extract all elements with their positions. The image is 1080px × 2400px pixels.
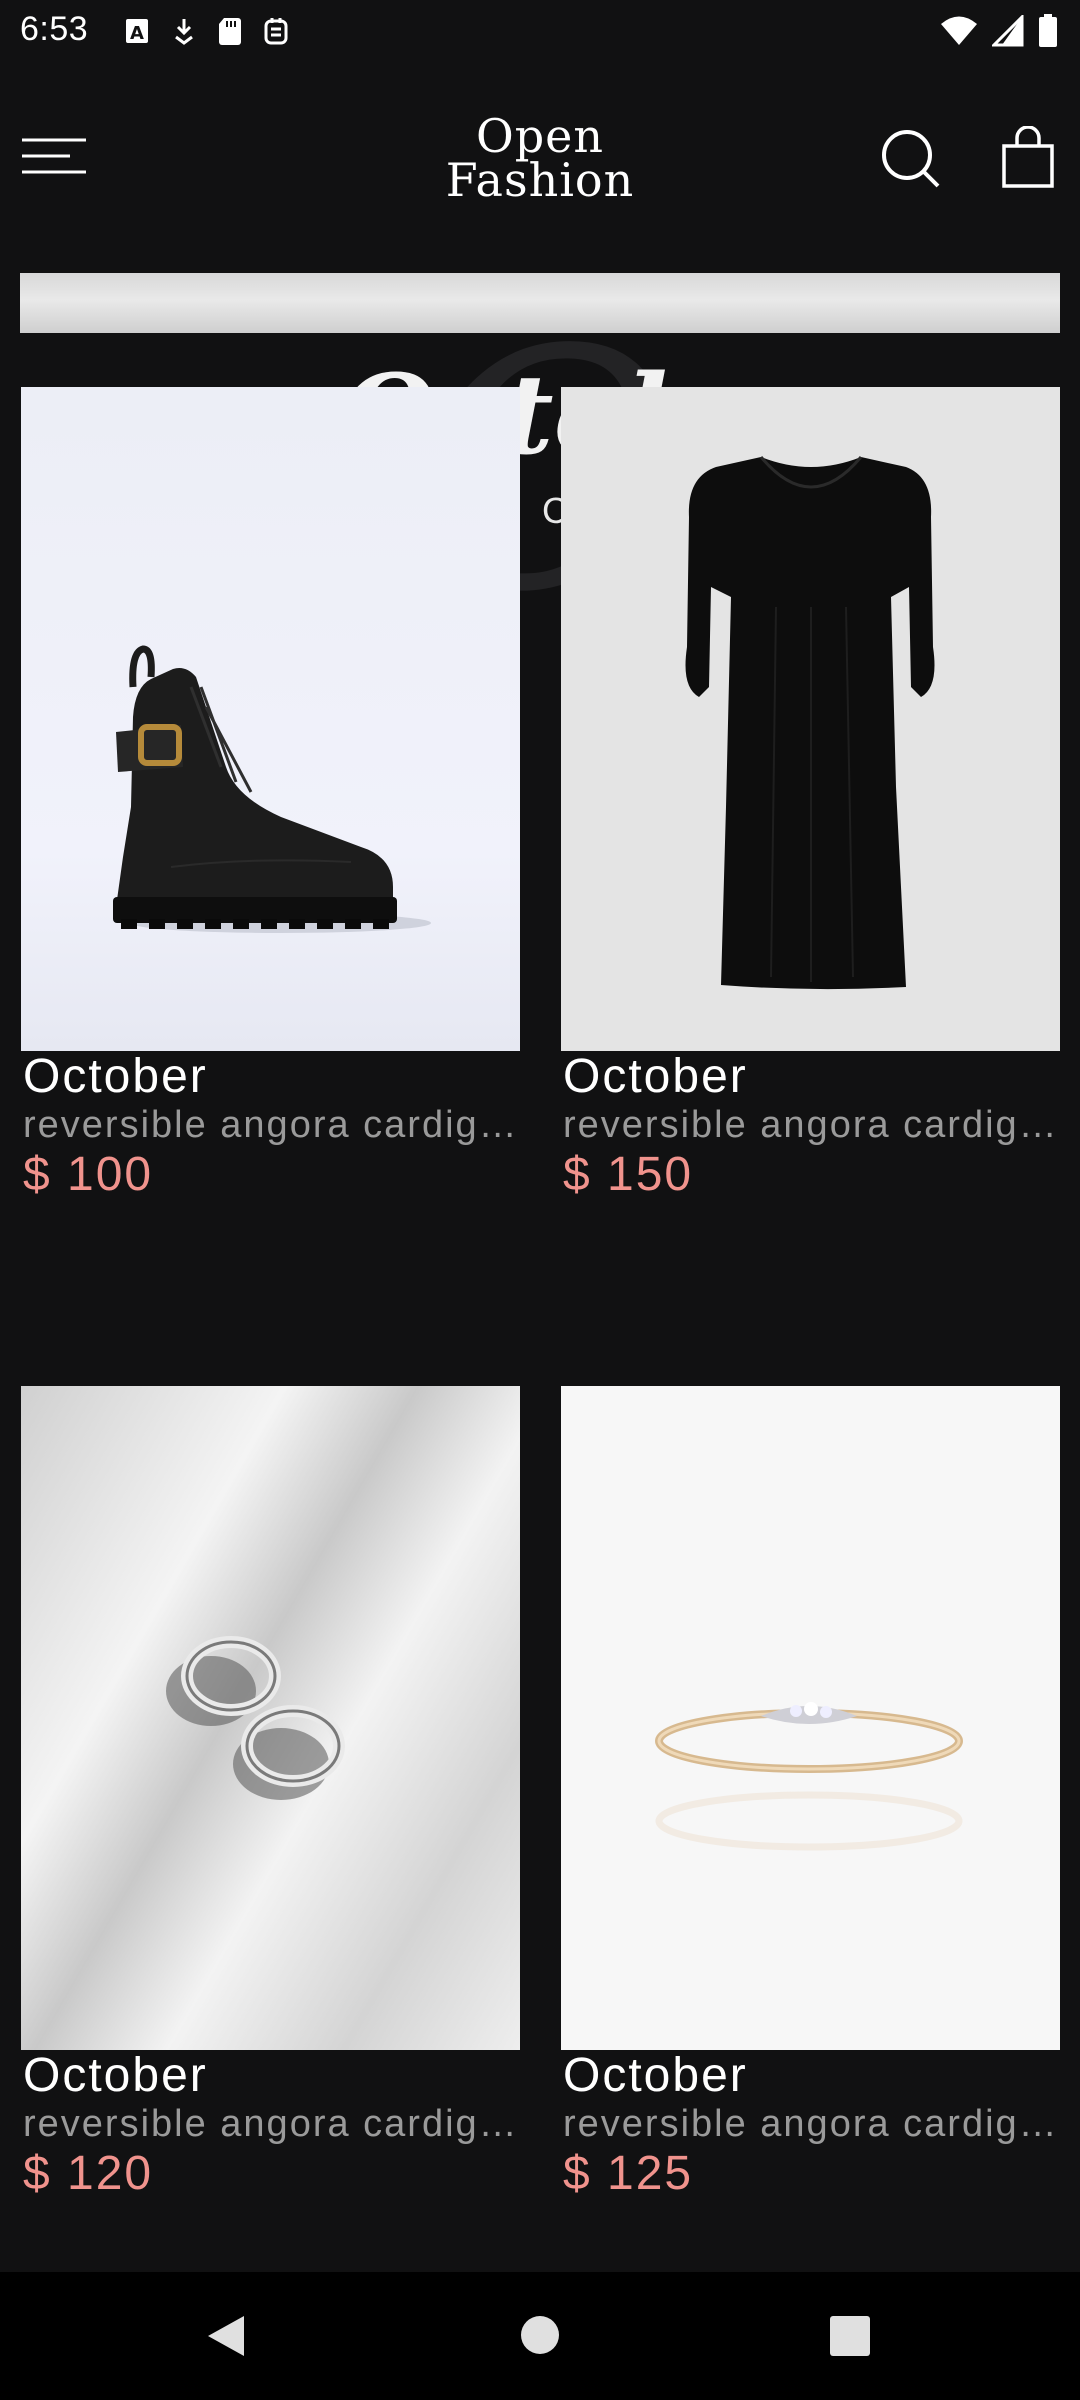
product-name: October	[563, 1050, 748, 1103]
product-name: October	[563, 2049, 748, 2102]
search-icon[interactable]	[880, 128, 942, 190]
product-image-gold-ring[interactable]	[561, 1386, 1060, 2050]
status-icons-left: A	[124, 15, 290, 47]
logo-line2: Fashion	[445, 153, 635, 207]
back-triangle-icon[interactable]	[204, 2312, 248, 2360]
font-a-icon: A	[126, 19, 148, 44]
status-icons-right	[940, 14, 1058, 48]
product-price: $ 100	[23, 1148, 154, 1201]
product-card[interactable]: October reversible angora cardigan $ 100	[21, 387, 522, 1203]
rings-illustration	[166, 1636, 345, 1800]
dress-illustration	[685, 456, 935, 990]
app-header: Open Fashion	[0, 100, 1080, 220]
product-description: reversible angora cardigan	[23, 1104, 522, 1146]
product-description: reversible angora cardigan	[563, 2103, 1062, 2145]
recents-square-icon[interactable]	[830, 2316, 870, 2356]
system-nav-bar	[0, 2272, 1080, 2400]
product-price: $ 150	[563, 1148, 694, 1201]
shopping-bag-icon[interactable]	[1000, 126, 1056, 190]
gold-ring-illustration	[655, 1702, 963, 1851]
product-image-black-boot[interactable]	[21, 387, 520, 1051]
product-name: October	[23, 1050, 208, 1103]
hamburger-menu-icon[interactable]	[20, 136, 88, 186]
product-price: $ 125	[563, 2147, 694, 2200]
signal-icon	[992, 15, 1024, 47]
product-image-silver-rings[interactable]	[21, 1386, 520, 2050]
product-card[interactable]: October reversible angora cardigan $ 150	[561, 387, 1062, 1203]
status-time: 6:53	[20, 10, 89, 48]
sd-card-icon	[219, 18, 241, 45]
product-description: reversible angora cardigan	[23, 2103, 522, 2145]
product-card[interactable]: October reversible angora cardigan $ 125	[561, 1386, 1062, 2202]
app-logo[interactable]: Open Fashion	[430, 109, 650, 214]
home-circle-icon[interactable]	[521, 2316, 559, 2354]
battery-icon	[1039, 14, 1057, 47]
product-price: $ 120	[23, 2147, 154, 2200]
wifi-icon	[941, 16, 977, 45]
product-image-black-dress[interactable]	[561, 387, 1060, 1051]
svg-text:A: A	[130, 23, 144, 44]
product-card[interactable]: October reversible angora cardigan $ 120	[21, 1386, 522, 2202]
boot-illustration	[113, 645, 431, 933]
status-bar: 6:53 A	[0, 0, 1080, 62]
shield-calendar-icon	[264, 18, 288, 45]
download-icon	[175, 19, 193, 45]
logo-line1: Open	[475, 109, 604, 163]
product-description: reversible angora cardigan	[563, 1104, 1062, 1146]
product-name: October	[23, 2049, 208, 2102]
